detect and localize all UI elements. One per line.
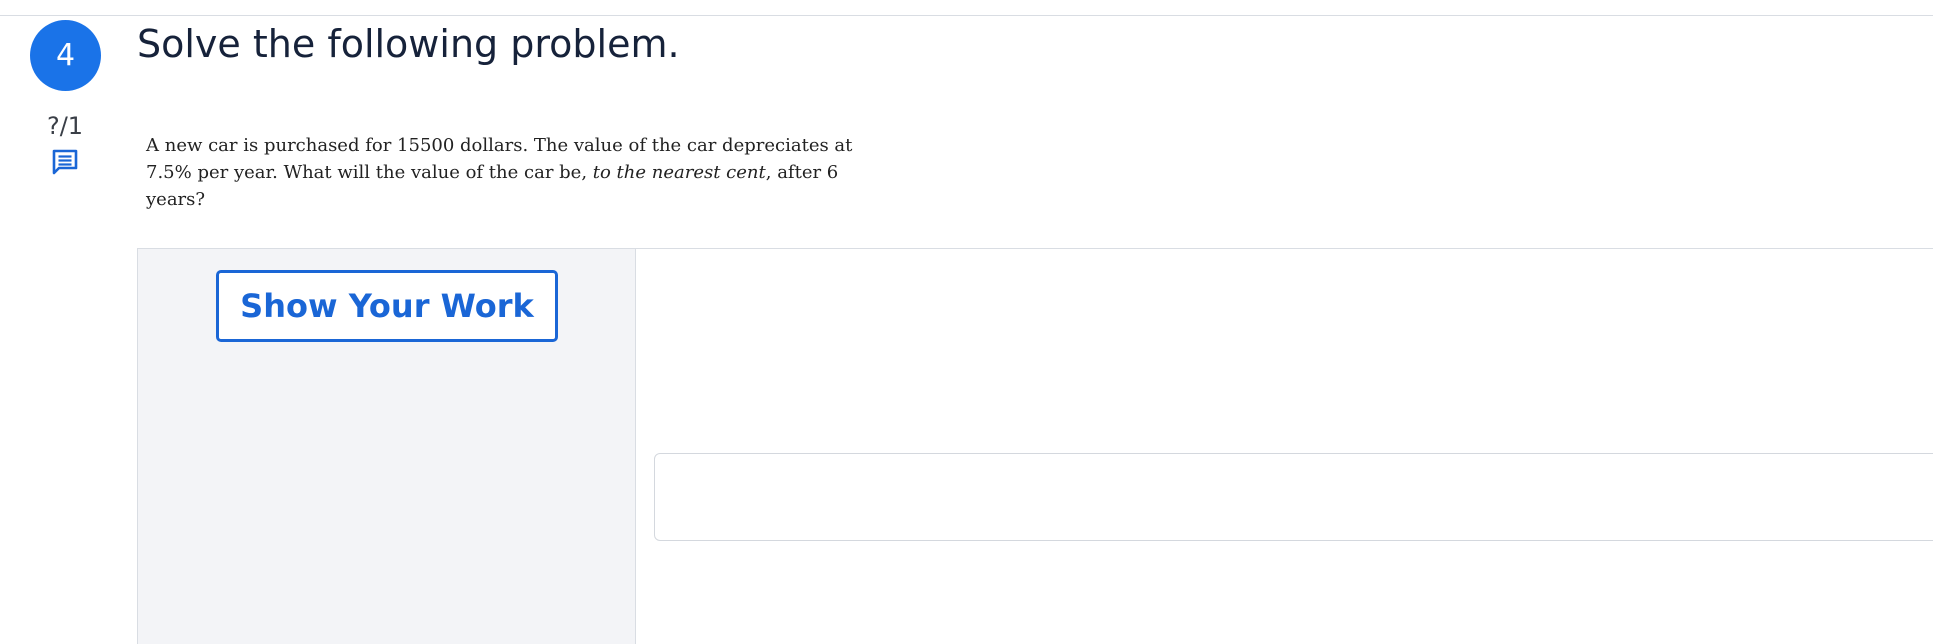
- top-divider: [0, 15, 1933, 16]
- problem-text: A new car is purchased for 15500 dollars…: [146, 132, 874, 213]
- answer-input[interactable]: [654, 453, 1933, 541]
- work-area: Show Your Work: [137, 248, 1933, 644]
- question-title: Solve the following problem.: [137, 22, 680, 66]
- comment-icon[interactable]: [51, 148, 79, 176]
- show-your-work-button[interactable]: Show Your Work: [216, 270, 558, 342]
- work-side-panel: Show Your Work: [138, 249, 636, 644]
- question-number: 4: [55, 38, 76, 73]
- problem-text-emphasis: to the nearest cent: [592, 162, 766, 183]
- question-score: ?/1: [46, 112, 84, 140]
- question-number-badge: 4: [30, 20, 101, 91]
